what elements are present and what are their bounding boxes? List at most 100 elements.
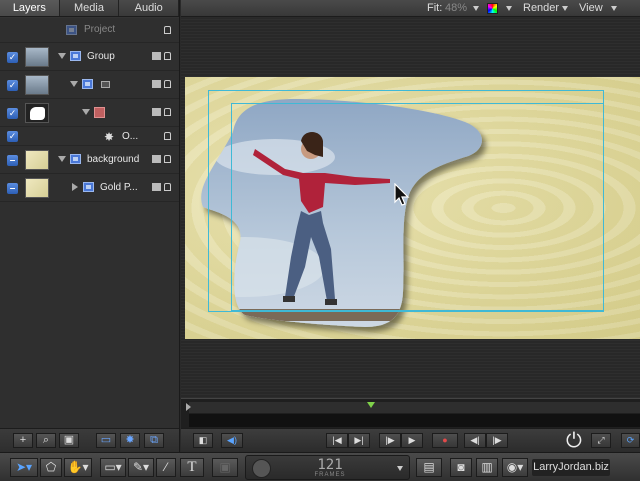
layer-row-clip[interactable]: ✓ [0,71,179,99]
add-icon[interactable]: + [13,433,33,448]
mask-thumbnail [25,103,49,123]
visibility-checkbox[interactable]: – [7,183,18,194]
loop-icon[interactable]: ⟳ [621,433,640,448]
layer-row-behavior[interactable]: ✓ ✸ O... [0,127,179,146]
row-actions [152,183,171,191]
mouse-pointer-icon [394,183,410,206]
blend-icon[interactable] [152,155,161,163]
disclosure-triangle-icon[interactable] [72,183,78,191]
panel-tabs: Layers Media Audio [0,0,180,17]
fit-value[interactable]: 48% [445,2,467,14]
group-label: Group [87,51,115,62]
lock-icon[interactable] [164,155,171,163]
search-icon[interactable]: ⌕ [36,433,56,448]
project-label: Project [84,24,116,35]
lock-icon[interactable] [164,183,171,191]
go-to-start-icon[interactable]: |◀ [326,433,348,448]
camera-icon[interactable]: ◙ [450,458,472,477]
pan-tool-icon[interactable]: ✋▾ [64,458,92,477]
lock-icon[interactable] [164,132,171,140]
fit-label: Fit: [427,2,443,14]
blend-icon[interactable] [152,52,161,60]
audio-icon[interactable]: ◀) [221,433,243,448]
play-icon[interactable]: ▶ [401,433,423,448]
shape-tool-icon[interactable]: ▭▾ [100,458,126,477]
stack-icon[interactable]: ⧉ [144,433,164,448]
background-label: background [87,154,140,165]
row-actions [152,80,171,88]
step-forward-icon[interactable]: ▶| [348,433,370,448]
blend-icon[interactable] [152,80,161,88]
disclosure-triangle-icon[interactable] [58,53,66,59]
tab-media[interactable]: Media [60,0,120,16]
layer-row-background[interactable]: – background [0,146,179,174]
layer-row-group[interactable]: ✓ Group [0,43,179,71]
project-icon [66,25,77,35]
visibility-checkbox[interactable]: ✓ [7,52,18,63]
row-actions [164,132,171,140]
lock-icon[interactable] [164,80,171,88]
transform-tool-icon[interactable]: ⬠ [40,458,62,477]
disclosure-triangle-icon[interactable] [58,156,66,162]
layer-row-mask[interactable]: ✓ [0,99,179,127]
layer-thumbnail [25,150,49,170]
generator-icon[interactable]: ▥ [476,458,498,477]
color-channels-icon[interactable] [487,3,498,14]
mini-timeline[interactable] [181,398,640,428]
motion-app: Layers Media Audio Project ✓ Group ✓ ✓ ✓… [0,0,640,481]
monitor-icon[interactable]: ▤ [416,458,442,477]
lock-icon[interactable] [164,108,171,116]
frames-value: 121 [317,457,343,473]
next-icon[interactable]: |▶ [486,433,508,448]
layout-icon[interactable]: ▣ [59,433,79,448]
prev-icon[interactable]: ◀| [464,433,486,448]
timeline-bar[interactable] [189,414,640,427]
visibility-checkbox[interactable]: ✓ [7,131,18,142]
view-menu[interactable]: View [579,2,603,14]
tab-audio[interactable]: Audio [119,0,180,16]
blend-icon[interactable] [152,108,161,116]
group-icon [70,51,81,61]
visibility-checkbox[interactable]: ✓ [7,80,18,91]
chevron-down-icon[interactable] [611,6,617,11]
layer-row-project[interactable]: Project [0,18,179,43]
step-back-icon[interactable]: |▶ [379,433,401,448]
disclosure-triangle-icon[interactable] [70,81,78,87]
blend-icon[interactable] [152,183,161,191]
playhead[interactable] [367,402,375,408]
fullscreen-icon[interactable]: ⤢ [591,433,611,448]
gear-icon: ✸ [104,130,115,144]
chevron-down-icon[interactable] [473,6,479,11]
canvas-area[interactable] [181,18,640,398]
select-tool-icon[interactable]: ➤▾ [10,458,38,477]
frames-unit: FRAMES [314,472,346,478]
jog-dial-icon[interactable] [252,459,271,478]
row-actions [152,52,171,60]
chevron-down-icon[interactable] [506,6,512,11]
text-tool-icon[interactable]: T [180,458,204,477]
filters-icon[interactable]: ◉▾ [502,458,528,477]
lock-icon[interactable] [164,26,171,34]
layer-list-icon[interactable]: ◧ [193,433,213,448]
gear-icon[interactable]: ✸ [120,433,140,448]
mask-tool-icon[interactable]: ▣ [212,458,238,477]
start-marker-icon[interactable] [186,403,191,411]
transport-controls: ◧ ◀) |◀ ▶| |▶ ▶ ● ◀| |▶ ⏻ ⤢ ⟳ [181,428,640,452]
record-icon[interactable]: ● [432,433,458,448]
paint-stroke-tool-icon[interactable]: ⁄ [156,458,176,477]
visibility-checkbox[interactable]: ✓ [7,108,18,119]
chevron-down-icon[interactable] [562,6,568,11]
project-canvas[interactable] [185,77,640,339]
tab-layers[interactable]: Layers [0,0,60,16]
disclosure-triangle-icon[interactable] [82,109,90,115]
power-icon[interactable]: ⏻ [566,431,582,451]
bezier-tool-icon[interactable]: ✎▾ [128,458,154,477]
render-menu[interactable]: Render [523,2,559,14]
chevron-down-icon[interactable] [397,466,403,471]
layer-row-gold[interactable]: – Gold P... [0,174,179,202]
view-icon[interactable]: ▭ [96,433,116,448]
lock-icon[interactable] [164,52,171,60]
frames-counter[interactable]: 121 FRAMES [245,455,410,480]
timeline-ruler[interactable] [189,402,640,413]
visibility-checkbox[interactable]: – [7,155,18,166]
